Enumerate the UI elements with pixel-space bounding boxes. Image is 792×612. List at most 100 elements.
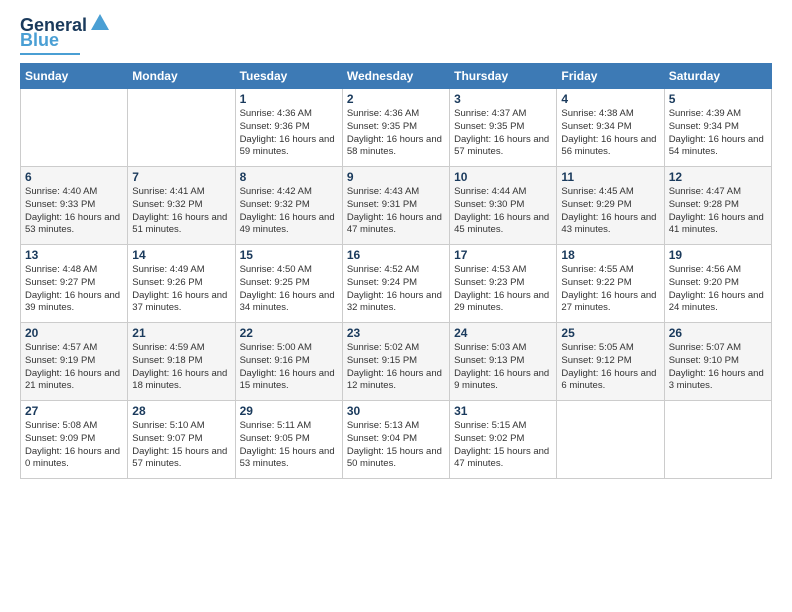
day-info: Sunrise: 5:15 AM Sunset: 9:02 PM Dayligh… bbox=[454, 420, 552, 471]
day-info: Sunrise: 4:53 AM Sunset: 9:23 PM Dayligh… bbox=[454, 264, 552, 315]
day-info: Sunrise: 5:11 AM Sunset: 9:05 PM Dayligh… bbox=[240, 420, 338, 471]
calendar-week-row: 13 Sunrise: 4:48 AM Sunset: 9:27 PM Dayli… bbox=[21, 245, 772, 323]
day-number: 8 bbox=[240, 170, 338, 184]
day-header-sunday: Sunday bbox=[21, 64, 128, 89]
day-info: Sunrise: 4:43 AM Sunset: 9:31 PM Dayligh… bbox=[347, 186, 445, 237]
day-header-saturday: Saturday bbox=[664, 64, 771, 89]
day-number: 16 bbox=[347, 248, 445, 262]
calendar-cell: 15Sunrise: 4:50 AM Sunset: 9:25 PM Dayli… bbox=[235, 245, 342, 323]
day-number: 29 bbox=[240, 404, 338, 418]
day-header-wednesday: Wednesday bbox=[342, 64, 449, 89]
logo-line bbox=[20, 53, 80, 55]
calendar-cell: 12 Sunrise: 4:47 AM Sunset: 9:28 PM Dayli… bbox=[664, 167, 771, 245]
day-number: 11 bbox=[561, 170, 659, 184]
day-number: 22 bbox=[240, 326, 338, 340]
logo-blue: Blue bbox=[20, 30, 59, 51]
calendar-cell bbox=[557, 401, 664, 479]
day-number: 18 bbox=[561, 248, 659, 262]
calendar-cell: 18 Sunrise: 4:55 AM Sunset: 9:22 PM Dayli… bbox=[557, 245, 664, 323]
calendar-cell: 29 Sunrise: 5:11 AM Sunset: 9:05 PM Dayli… bbox=[235, 401, 342, 479]
day-info: Sunrise: 4:37 AM Sunset: 9:35 PM Dayligh… bbox=[454, 108, 552, 159]
calendar-week-row: 1 Sunrise: 4:36 AM Sunset: 9:36 PM Daylig… bbox=[21, 89, 772, 167]
day-number: 10 bbox=[454, 170, 552, 184]
day-info: Sunrise: 5:00 AM Sunset: 9:16 PM Dayligh… bbox=[240, 342, 338, 393]
day-number: 28 bbox=[132, 404, 230, 418]
calendar-cell bbox=[21, 89, 128, 167]
calendar-cell: 9 Sunrise: 4:43 AM Sunset: 9:31 PM Daylig… bbox=[342, 167, 449, 245]
day-info: Sunrise: 4:44 AM Sunset: 9:30 PM Dayligh… bbox=[454, 186, 552, 237]
calendar-cell: 19Sunrise: 4:56 AM Sunset: 9:20 PM Dayli… bbox=[664, 245, 771, 323]
calendar-cell: 26 Sunrise: 5:07 AM Sunset: 9:10 PM Dayli… bbox=[664, 323, 771, 401]
day-info: Sunrise: 5:05 AM Sunset: 9:12 PM Dayligh… bbox=[561, 342, 659, 393]
day-info: Sunrise: 5:10 AM Sunset: 9:07 PM Dayligh… bbox=[132, 420, 230, 471]
calendar-cell: 25 Sunrise: 5:05 AM Sunset: 9:12 PM Dayli… bbox=[557, 323, 664, 401]
day-number: 23 bbox=[347, 326, 445, 340]
day-info: Sunrise: 4:40 AM Sunset: 9:33 PM Dayligh… bbox=[25, 186, 123, 237]
day-number: 2 bbox=[347, 92, 445, 106]
calendar-header-row: SundayMondayTuesdayWednesdayThursdayFrid… bbox=[21, 64, 772, 89]
day-info: Sunrise: 5:02 AM Sunset: 9:15 PM Dayligh… bbox=[347, 342, 445, 393]
calendar-cell: 6 Sunrise: 4:40 AM Sunset: 9:33 PM Daylig… bbox=[21, 167, 128, 245]
calendar-cell: 3 Sunrise: 4:37 AM Sunset: 9:35 PM Daylig… bbox=[450, 89, 557, 167]
logo: General Blue bbox=[20, 16, 111, 55]
calendar-cell: 21Sunrise: 4:59 AM Sunset: 9:18 PM Dayli… bbox=[128, 323, 235, 401]
day-number: 12 bbox=[669, 170, 767, 184]
day-number: 13 bbox=[25, 248, 123, 262]
day-number: 30 bbox=[347, 404, 445, 418]
day-number: 14 bbox=[132, 248, 230, 262]
header: General Blue bbox=[20, 16, 772, 55]
day-info: Sunrise: 4:39 AM Sunset: 9:34 PM Dayligh… bbox=[669, 108, 767, 159]
day-header-thursday: Thursday bbox=[450, 64, 557, 89]
calendar-cell: 22 Sunrise: 5:00 AM Sunset: 9:16 PM Dayli… bbox=[235, 323, 342, 401]
calendar-cell: 16 Sunrise: 4:52 AM Sunset: 9:24 PM Dayli… bbox=[342, 245, 449, 323]
calendar-cell: 2Sunrise: 4:36 AM Sunset: 9:35 PM Daylig… bbox=[342, 89, 449, 167]
calendar-cell: 17Sunrise: 4:53 AM Sunset: 9:23 PM Dayli… bbox=[450, 245, 557, 323]
calendar-cell: 7Sunrise: 4:41 AM Sunset: 9:32 PM Daylig… bbox=[128, 167, 235, 245]
calendar-cell: 10 Sunrise: 4:44 AM Sunset: 9:30 PM Dayli… bbox=[450, 167, 557, 245]
calendar-cell: 11 Sunrise: 4:45 AM Sunset: 9:29 PM Dayli… bbox=[557, 167, 664, 245]
day-info: Sunrise: 4:48 AM Sunset: 9:27 PM Dayligh… bbox=[25, 264, 123, 315]
calendar-cell: 4 Sunrise: 4:38 AM Sunset: 9:34 PM Daylig… bbox=[557, 89, 664, 167]
day-number: 25 bbox=[561, 326, 659, 340]
day-info: Sunrise: 4:52 AM Sunset: 9:24 PM Dayligh… bbox=[347, 264, 445, 315]
day-info: Sunrise: 4:55 AM Sunset: 9:22 PM Dayligh… bbox=[561, 264, 659, 315]
day-number: 4 bbox=[561, 92, 659, 106]
day-info: Sunrise: 4:47 AM Sunset: 9:28 PM Dayligh… bbox=[669, 186, 767, 237]
calendar-week-row: 6 Sunrise: 4:40 AM Sunset: 9:33 PM Daylig… bbox=[21, 167, 772, 245]
day-number: 27 bbox=[25, 404, 123, 418]
day-info: Sunrise: 5:13 AM Sunset: 9:04 PM Dayligh… bbox=[347, 420, 445, 471]
day-info: Sunrise: 4:45 AM Sunset: 9:29 PM Dayligh… bbox=[561, 186, 659, 237]
calendar-cell: 14 Sunrise: 4:49 AM Sunset: 9:26 PM Dayli… bbox=[128, 245, 235, 323]
calendar-cell: 24 Sunrise: 5:03 AM Sunset: 9:13 PM Dayli… bbox=[450, 323, 557, 401]
day-number: 24 bbox=[454, 326, 552, 340]
calendar-cell: 31 Sunrise: 5:15 AM Sunset: 9:02 PM Dayli… bbox=[450, 401, 557, 479]
day-info: Sunrise: 4:36 AM Sunset: 9:36 PM Dayligh… bbox=[240, 108, 338, 159]
calendar-cell: 8 Sunrise: 4:42 AM Sunset: 9:32 PM Daylig… bbox=[235, 167, 342, 245]
day-number: 3 bbox=[454, 92, 552, 106]
calendar-cell: 23 Sunrise: 5:02 AM Sunset: 9:15 PM Dayli… bbox=[342, 323, 449, 401]
day-info: Sunrise: 4:42 AM Sunset: 9:32 PM Dayligh… bbox=[240, 186, 338, 237]
day-number: 31 bbox=[454, 404, 552, 418]
day-number: 20 bbox=[25, 326, 123, 340]
page: General Blue SundayMondayTuesdayWednesda… bbox=[0, 0, 792, 612]
day-info: Sunrise: 4:56 AM Sunset: 9:20 PM Dayligh… bbox=[669, 264, 767, 315]
day-info: Sunrise: 4:38 AM Sunset: 9:34 PM Dayligh… bbox=[561, 108, 659, 159]
day-info: Sunrise: 5:07 AM Sunset: 9:10 PM Dayligh… bbox=[669, 342, 767, 393]
calendar-cell bbox=[664, 401, 771, 479]
calendar-week-row: 20 Sunrise: 4:57 AM Sunset: 9:19 PM Dayli… bbox=[21, 323, 772, 401]
calendar-cell: 1 Sunrise: 4:36 AM Sunset: 9:36 PM Daylig… bbox=[235, 89, 342, 167]
logo-icon bbox=[89, 12, 111, 34]
day-number: 9 bbox=[347, 170, 445, 184]
day-info: Sunrise: 4:41 AM Sunset: 9:32 PM Dayligh… bbox=[132, 186, 230, 237]
day-info: Sunrise: 4:59 AM Sunset: 9:18 PM Dayligh… bbox=[132, 342, 230, 393]
day-number: 1 bbox=[240, 92, 338, 106]
calendar-cell: 20 Sunrise: 4:57 AM Sunset: 9:19 PM Dayli… bbox=[21, 323, 128, 401]
day-number: 6 bbox=[25, 170, 123, 184]
day-number: 26 bbox=[669, 326, 767, 340]
day-info: Sunrise: 5:03 AM Sunset: 9:13 PM Dayligh… bbox=[454, 342, 552, 393]
day-info: Sunrise: 4:49 AM Sunset: 9:26 PM Dayligh… bbox=[132, 264, 230, 315]
calendar-cell: 27Sunrise: 5:08 AM Sunset: 9:09 PM Dayli… bbox=[21, 401, 128, 479]
calendar-week-row: 27Sunrise: 5:08 AM Sunset: 9:09 PM Dayli… bbox=[21, 401, 772, 479]
day-header-friday: Friday bbox=[557, 64, 664, 89]
day-info: Sunrise: 4:57 AM Sunset: 9:19 PM Dayligh… bbox=[25, 342, 123, 393]
